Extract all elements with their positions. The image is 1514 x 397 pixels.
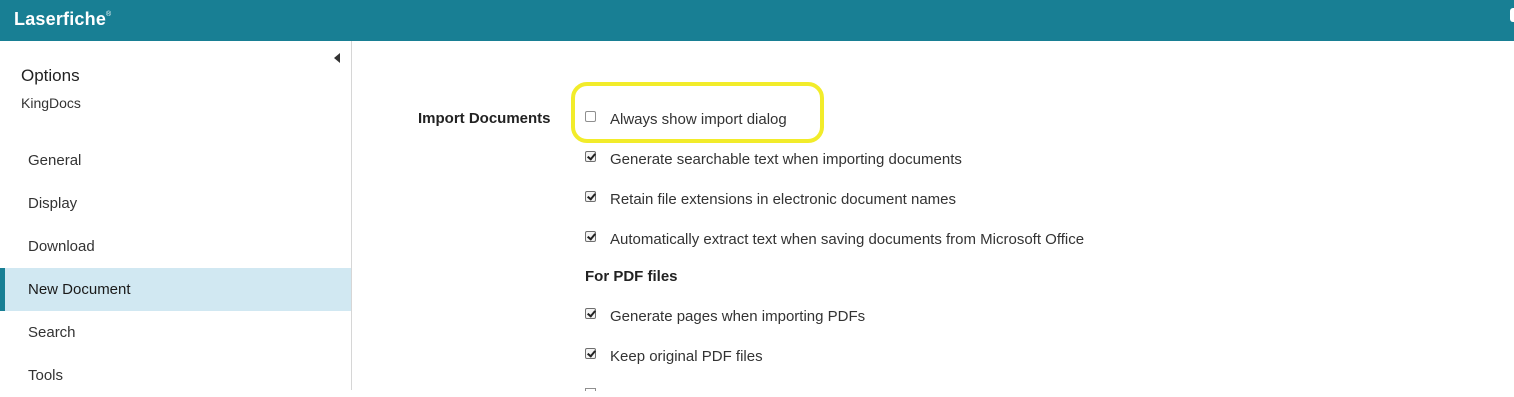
option-always-show-import-dialog[interactable]: Always show import dialog bbox=[585, 109, 787, 129]
sidebar-subtitle: KingDocs bbox=[21, 95, 81, 111]
generate-pages-pdf-checkbox[interactable] bbox=[585, 307, 596, 319]
option-label: Automatically extract text when saving d… bbox=[610, 230, 1085, 248]
option-keep-original-pdf[interactable]: Keep original PDF files bbox=[585, 346, 763, 366]
options-nav: General Display Download New Document Se… bbox=[0, 139, 351, 397]
auto-extract-text-checkbox[interactable] bbox=[585, 230, 596, 242]
keep-original-pdf-checkbox[interactable] bbox=[585, 347, 596, 359]
option-auto-extract-text[interactable]: Automatically extract text when saving d… bbox=[585, 229, 1084, 249]
option-label: Keep original PDF files bbox=[610, 347, 763, 365]
option-generate-searchable-text[interactable]: Generate searchable text when importing … bbox=[585, 149, 962, 169]
generate-searchable-text-checkbox[interactable] bbox=[585, 150, 596, 162]
sidebar-item-display[interactable]: Display bbox=[0, 182, 351, 225]
retain-file-extensions-checkbox[interactable] bbox=[585, 190, 596, 202]
sidebar-item-download[interactable]: Download bbox=[0, 225, 351, 268]
pdf-files-heading: For PDF files bbox=[585, 268, 678, 285]
sidebar-item-tools[interactable]: Tools bbox=[0, 354, 351, 397]
sidebar-item-new-document[interactable]: New Document bbox=[0, 268, 351, 311]
option-label: Generate searchable text when importing … bbox=[610, 150, 962, 168]
app-header: Laserfiche® bbox=[0, 0, 1514, 41]
caret-left-icon[interactable] bbox=[334, 53, 340, 63]
option-generate-pages-pdf[interactable]: Generate pages when importing PDFs bbox=[585, 306, 865, 326]
brand-registered-mark: ® bbox=[106, 11, 112, 18]
brand-name: Laserfiche bbox=[14, 9, 107, 29]
sidebar-title: Options bbox=[21, 66, 80, 85]
import-documents-label: Import Documents bbox=[418, 110, 551, 127]
laserfiche-logo[interactable]: Laserfiche® bbox=[14, 9, 111, 30]
option-label: Generate pages when importing PDFs bbox=[610, 307, 866, 325]
options-sidebar: Options KingDocs General Display Downloa… bbox=[0, 41, 352, 390]
option-label: Retain file extensions in electronic doc… bbox=[610, 190, 957, 208]
sidebar-item-search[interactable]: Search bbox=[0, 311, 351, 354]
always-show-import-dialog-checkbox[interactable] bbox=[585, 110, 596, 122]
option-label: Always show import dialog bbox=[610, 110, 787, 128]
edge-panel-tab[interactable] bbox=[1510, 8, 1514, 22]
sidebar-item-general[interactable]: General bbox=[0, 139, 351, 182]
options-content: Import Documents Always show import dial… bbox=[352, 41, 1514, 391]
option-retain-file-extensions[interactable]: Retain file extensions in electronic doc… bbox=[585, 189, 956, 209]
